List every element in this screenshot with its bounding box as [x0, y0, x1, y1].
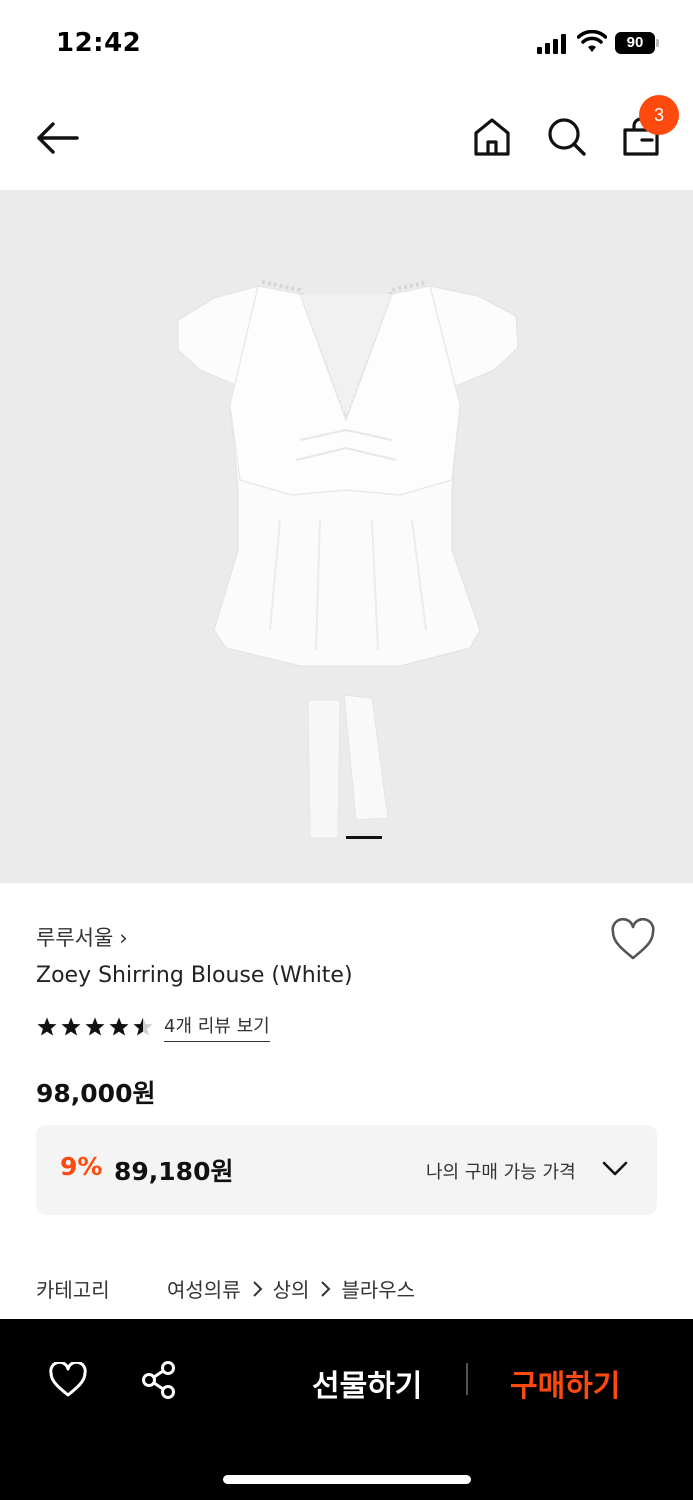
chevron-down-icon[interactable]: [602, 1160, 628, 1178]
category-item[interactable]: 블라우스: [341, 1274, 415, 1303]
rating-stars: [36, 1016, 154, 1038]
chevron-right-icon: ›: [119, 926, 128, 950]
discount-price-box[interactable]: 9% 89,180원 나의 구매 가능 가격: [36, 1125, 657, 1215]
home-indicator: [223, 1475, 471, 1484]
product-image[interactable]: [0, 190, 693, 883]
category-item[interactable]: 상의: [273, 1274, 310, 1303]
status-bar: 12:42 90: [0, 0, 693, 88]
battery-icon: 90: [615, 32, 659, 54]
chevron-right-icon: [252, 1280, 263, 1297]
discount-rate: 9%: [60, 1152, 103, 1181]
share-icon[interactable]: [140, 1360, 178, 1400]
discount-price: 89,180원: [114, 1157, 234, 1186]
review-link[interactable]: 4개 리뷰 보기: [164, 1012, 270, 1042]
product-name: Zoey Shirring Blouse (White): [36, 963, 353, 988]
signal-icon: [537, 34, 566, 54]
chevron-right-icon: [321, 1280, 331, 1297]
blouse-image: [177, 280, 519, 839]
original-price: 98,000원: [36, 1079, 156, 1108]
status-time: 12:42: [56, 28, 142, 58]
star-icon: [85, 1017, 105, 1036]
star-icon: [61, 1017, 81, 1036]
heart-icon[interactable]: [48, 1362, 88, 1398]
brand-link[interactable]: 루루서울 ›: [36, 922, 128, 952]
home-icon[interactable]: [472, 116, 512, 158]
buy-button[interactable]: 구매하기: [510, 1361, 620, 1405]
wishlist-heart-icon[interactable]: [610, 918, 656, 962]
wifi-icon: [577, 30, 607, 52]
back-arrow-icon[interactable]: [34, 118, 80, 158]
star-icon: [109, 1017, 129, 1036]
image-page-indicator: [346, 836, 382, 839]
gift-button[interactable]: 선물하기: [312, 1361, 422, 1405]
cart-count-badge: 3: [639, 95, 679, 135]
rating-row: 4개 리뷰 보기: [36, 1012, 270, 1042]
battery-level: 90: [615, 32, 655, 54]
category-item[interactable]: 여성의류: [167, 1274, 241, 1303]
bottom-action-bar: 선물하기 구매하기: [0, 1319, 693, 1500]
category-breadcrumb: 여성의류 상의 블라우스: [167, 1274, 415, 1303]
divider: [466, 1363, 468, 1395]
search-icon[interactable]: [546, 116, 588, 158]
star-icon: [133, 1017, 153, 1036]
top-nav-bar: [0, 88, 693, 190]
my-price-label: 나의 구매 가능 가격: [426, 1162, 576, 1183]
brand-name: 루루서울: [36, 926, 114, 950]
category-label: 카테고리: [36, 1278, 110, 1302]
star-icon: [37, 1017, 57, 1036]
